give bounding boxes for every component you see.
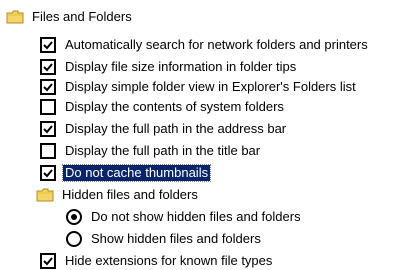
folder-icon xyxy=(6,10,24,24)
option-label: Automatically search for network folders… xyxy=(65,37,368,52)
checkmark-icon xyxy=(43,125,53,134)
checkbox[interactable] xyxy=(40,253,56,269)
checkbox[interactable] xyxy=(40,37,56,53)
checkmark-icon xyxy=(43,63,53,72)
checkbox[interactable] xyxy=(40,59,56,75)
tree-group-hidden-files[interactable]: Hidden files and folders xyxy=(36,186,200,204)
option-label: Hide extensions for known file types xyxy=(65,253,273,268)
checkbox[interactable] xyxy=(40,79,56,95)
checkmark-icon xyxy=(43,257,53,266)
option-row[interactable]: Display the full path in the address bar xyxy=(40,120,288,138)
radio-button[interactable] xyxy=(66,209,82,225)
option-label: Do not cache thumbnails xyxy=(61,164,212,182)
folder-icon xyxy=(36,188,54,202)
checkmark-icon xyxy=(43,169,53,178)
option-label: Display file size information in folder … xyxy=(65,59,297,74)
tree-group-label: Files and Folders xyxy=(32,9,132,24)
checkbox[interactable] xyxy=(40,143,56,159)
option-label: Display the full path in the address bar xyxy=(65,121,287,136)
option-label: Display the full path in the title bar xyxy=(65,143,261,158)
tree-group-label: Hidden files and folders xyxy=(62,187,198,202)
option-row[interactable]: Display the full path in the title bar xyxy=(40,142,262,160)
option-row[interactable]: Display simple folder view in Explorer's… xyxy=(40,78,358,96)
checkbox[interactable] xyxy=(40,99,56,115)
option-row[interactable]: Automatically search for network folders… xyxy=(40,36,370,54)
checkbox[interactable] xyxy=(40,165,56,181)
radio-dot xyxy=(71,214,77,220)
option-label: Display simple folder view in Explorer's… xyxy=(65,79,356,94)
option-label: Display the contents of system folders xyxy=(65,99,284,114)
radio-button[interactable] xyxy=(66,231,82,247)
radio-label: Show hidden files and folders xyxy=(91,231,261,246)
checkbox[interactable] xyxy=(40,121,56,137)
option-row[interactable]: Hide extensions for known file types xyxy=(40,252,274,270)
radio-row[interactable]: Show hidden files and folders xyxy=(66,230,263,248)
option-row[interactable]: Display the contents of system folders xyxy=(40,98,286,116)
checkmark-icon xyxy=(43,41,53,50)
option-row[interactable]: Display file size information in folder … xyxy=(40,58,298,76)
tree-group-files-and-folders[interactable]: Files and Folders xyxy=(6,8,134,26)
radio-label: Do not show hidden files and folders xyxy=(91,209,301,224)
radio-row[interactable]: Do not show hidden files and folders xyxy=(66,208,303,226)
checkmark-icon xyxy=(43,83,53,92)
option-row-selected[interactable]: Do not cache thumbnails xyxy=(40,164,212,182)
